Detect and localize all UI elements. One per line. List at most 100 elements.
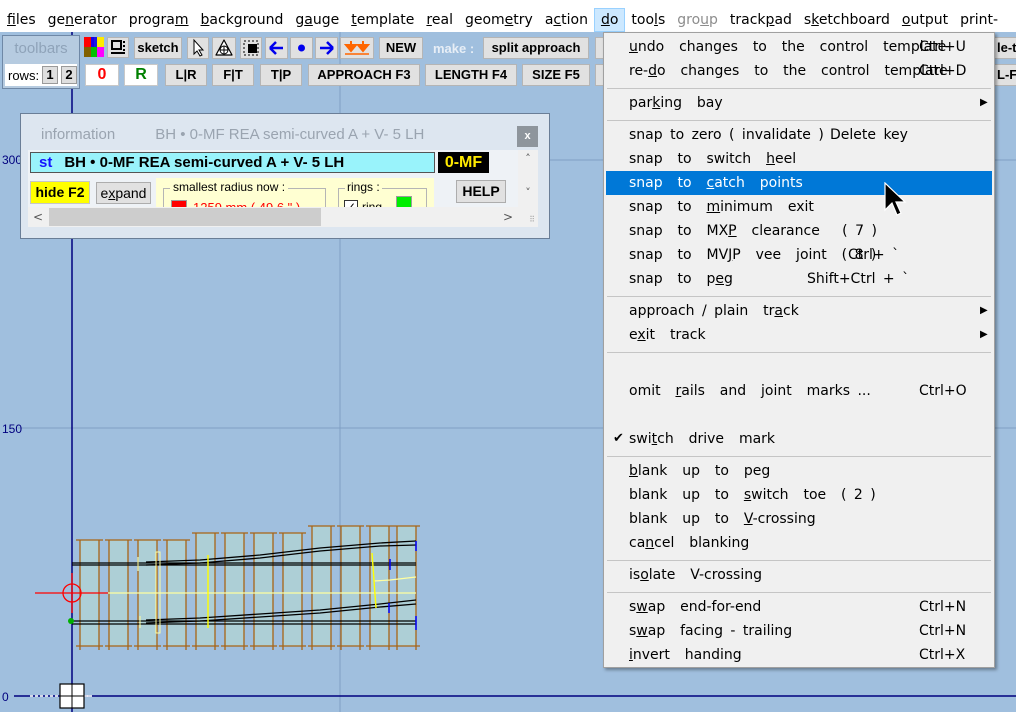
menu-action[interactable]: action (539, 8, 594, 32)
shift-left-button[interactable] (265, 37, 288, 59)
info-content: st BH • 0-MF REA semi-curved A + V- 5 LH … (28, 150, 518, 207)
menu-item-parking-bay[interactable]: parking bay ▶ (606, 91, 992, 115)
menu-item-omit-rails[interactable]: omit rails and joint marks ... Ctrl+O (606, 379, 992, 403)
menu-item-snap-peg[interactable]: snap to peg Shift+Ctrl + ` (606, 267, 992, 291)
arrow-right-icon (320, 41, 334, 55)
expand-button[interactable]: expand (96, 182, 151, 204)
menu-item-cancel-blanking[interactable]: cancel blanking (606, 531, 992, 555)
menu-do[interactable]: do (593, 8, 626, 32)
menu-trackpad[interactable]: trackpad (724, 8, 798, 32)
menu-item-exit-track[interactable]: exit track ▶ (606, 323, 992, 347)
info-close-button[interactable]: x (517, 126, 538, 147)
double-down-icon (343, 41, 371, 55)
menu-item-snap-minimum-exit[interactable]: snap to minimum exit (606, 195, 992, 219)
menu-real[interactable]: real (420, 8, 459, 32)
scroll-right-icon[interactable]: > (498, 207, 518, 227)
scroll-down-icon[interactable]: ˅ (518, 186, 538, 204)
r-button[interactable]: R (124, 64, 158, 86)
hide-f2-button[interactable]: hide F2 (30, 181, 90, 204)
menu-files[interactable]: files (0, 8, 42, 32)
menu-item-blank-v-crossing[interactable]: blank up to V-crossing (606, 507, 992, 531)
menu-item-swap-end-for-end[interactable]: swap end-for-end Ctrl+N (606, 595, 992, 619)
menu-template[interactable]: template (345, 8, 420, 32)
rows-2-button[interactable]: 2 (61, 66, 77, 84)
resize-grip-icon[interactable]: ⠿ (518, 207, 538, 227)
toolbar-button-cut-right-2[interactable]: L-F (994, 64, 1016, 86)
menu-item-approach-track[interactable]: approach / plain track ▶ (606, 299, 992, 323)
smallest-radius-group: smallest radius now : 1259 mm ( 49.6 " ) (163, 180, 326, 207)
menu-generator[interactable]: generator (42, 8, 123, 32)
rings-label: rings : (345, 180, 382, 194)
menu-item-label: snap to MXP clearance ( 7 ) (629, 223, 877, 239)
menu-item-blank-switch-toe[interactable]: blank up to switch toe ( 2 ) (606, 483, 992, 507)
menu-item-shortcut: Ctrl+O (919, 383, 967, 399)
menu-item-label: exit track (629, 327, 706, 343)
lr-button[interactable]: L|R (165, 64, 207, 86)
menu-item-shortcut: Delete key (830, 127, 908, 143)
menu-item-snap-mxp[interactable]: snap to MXP clearance ( 7 ) (606, 219, 992, 243)
scroll-left-icon[interactable]: < (28, 207, 48, 227)
menu-item-shortcut: Ctrl+N (919, 599, 967, 615)
split-approach-button[interactable]: split approach (483, 37, 589, 59)
menu-item-snap-switch-heel[interactable]: snap to switch heel (606, 147, 992, 171)
centre-button[interactable] (290, 37, 313, 59)
help-button[interactable]: HELP (456, 180, 506, 203)
toolbar-button-cut-right-1[interactable]: le-t (994, 37, 1016, 59)
menu-item-label: re-do changes to the control template (629, 63, 948, 79)
menu-item-label: isolate V-crossing (629, 567, 762, 583)
menu-item-label: undo changes to the control template (629, 39, 947, 55)
arrow-left-icon (269, 41, 283, 55)
menu-separator (607, 456, 991, 457)
menu-item-shortcut: Ctrl+ ` (848, 247, 900, 263)
menu-item-undo[interactable]: undo changes to the control template Ctrl… (606, 35, 992, 59)
tp-button[interactable]: T|P (260, 64, 302, 86)
menu-item-isolate-v-crossing[interactable]: isolate V-crossing (606, 563, 992, 587)
shift-right-button[interactable] (315, 37, 338, 59)
menu-group[interactable]: group (671, 8, 724, 32)
pointer-button[interactable] (187, 37, 209, 59)
menu-item-invert-handing[interactable]: invert handing Ctrl+X (606, 643, 992, 667)
menu-gauge[interactable]: gauge (289, 8, 345, 32)
fill-button[interactable] (240, 37, 262, 59)
ring-color-swatch[interactable] (396, 196, 412, 207)
approach-f3-button[interactable]: APPROACH F3 (308, 64, 420, 86)
menu-item-snap-catch-points[interactable]: snap to catch points (606, 171, 992, 195)
menu-background[interactable]: background (195, 8, 290, 32)
menu-item-label: swap facing - trailing (629, 623, 793, 639)
frame-icon (111, 40, 125, 54)
scroll-thumb[interactable] (49, 208, 321, 226)
size-f5-button[interactable]: SIZE F5 (522, 64, 590, 86)
info-horizontal-scrollbar[interactable]: < > (28, 207, 518, 227)
scroll-up-icon[interactable]: ˄ (518, 152, 538, 170)
menu-separator (607, 560, 991, 561)
menu-item-label: snap to switch heel (629, 151, 797, 167)
menu-item-snap-zero[interactable]: snap to zero ( invalidate ) Delete key (606, 123, 992, 147)
info-vertical-scrollbar[interactable]: ˄ ˅ (518, 150, 538, 207)
frame-button[interactable] (107, 37, 129, 58)
menu-item-blank-peg[interactable]: blank up to peg (606, 459, 992, 483)
menu-sketchboard[interactable]: sketchboard (798, 8, 896, 32)
ft-button[interactable]: F|T (212, 64, 254, 86)
menu-tools[interactable]: tools (625, 8, 671, 32)
peg-button[interactable] (212, 37, 236, 59)
length-f4-button[interactable]: LENGTH F4 (425, 64, 517, 86)
menu-item-switch-drive-mark[interactable]: ✔ switch drive mark (606, 427, 992, 451)
menu-item-redo[interactable]: re-do changes to the control template Ctr… (606, 59, 992, 83)
palette-button[interactable] (84, 37, 104, 57)
menu-geometry[interactable]: geometry (459, 8, 539, 32)
timber (312, 526, 331, 646)
info-title[interactable]: information BH • 0-MF REA semi-curved A +… (41, 126, 424, 143)
menu-item-label: parking bay (629, 95, 723, 111)
zero-button[interactable]: 0 (85, 64, 119, 86)
menu-item-snap-mvjp[interactable]: snap to MVJP vee joint ( 8 ) Ctrl+ ` (606, 243, 992, 267)
sketch-button[interactable]: sketch (134, 37, 182, 59)
new-button[interactable]: NEW (379, 37, 423, 59)
menu-item-swap-facing-trailing[interactable]: swap facing - trailing Ctrl+N (606, 619, 992, 643)
info-title-name: BH • 0-MF REA semi-curved A + V- 5 LH (155, 126, 425, 143)
menu-program[interactable]: program (123, 8, 195, 32)
rows-1-button[interactable]: 1 (42, 66, 59, 84)
menu-print[interactable]: print- (954, 8, 1004, 32)
store-button[interactable] (340, 37, 374, 59)
ring-checkbox[interactable]: ✓ (344, 200, 358, 207)
menu-output[interactable]: output (896, 8, 954, 32)
